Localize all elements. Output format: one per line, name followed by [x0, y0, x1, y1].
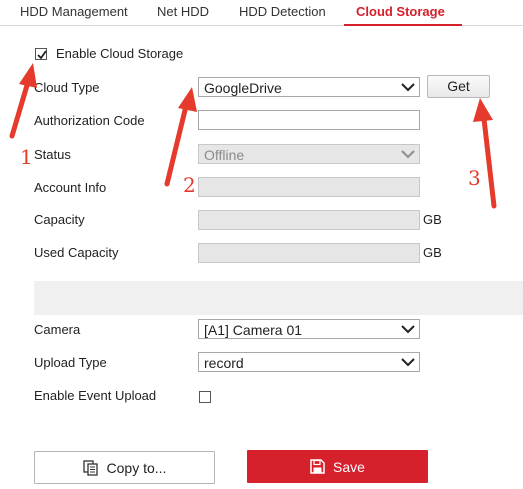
annotation-number-2: 2 — [183, 173, 196, 197]
annotation-number-1: 1 — [20, 145, 33, 169]
annotation-number-3: 3 — [468, 166, 481, 190]
annotation-arrows — [9, 63, 497, 209]
